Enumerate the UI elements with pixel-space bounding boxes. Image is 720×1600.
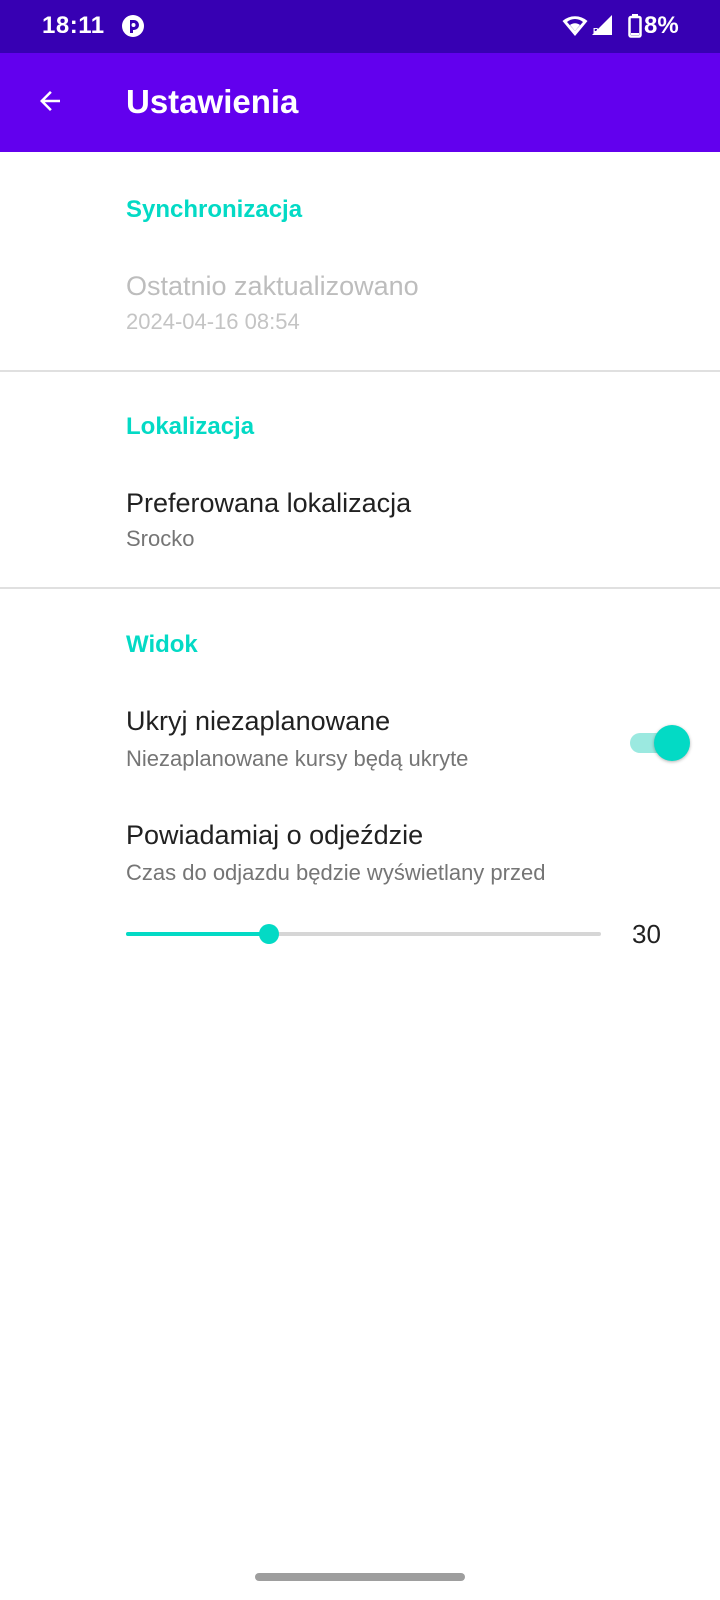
pref-summary-hide-unscheduled: Niezaplanowane kursy będą ukryte — [126, 746, 469, 771]
wifi-icon — [562, 16, 588, 36]
slider-value: 30 — [632, 919, 661, 949]
section-header-view: Widok — [126, 631, 198, 658]
pref-last-updated: Ostatnio zaktualizowano 2024-04-16 08:54 — [0, 255, 720, 355]
signal-icon: R — [592, 15, 612, 36]
svg-text:R: R — [593, 27, 599, 36]
pref-hide-unscheduled[interactable]: Ukryj niezaplanowane Niezaplanowane kurs… — [0, 690, 720, 790]
hide-unscheduled-toggle[interactable] — [628, 725, 690, 761]
back-button[interactable] — [22, 73, 78, 129]
pref-title-last-updated: Ostatnio zaktualizowano — [126, 271, 419, 301]
slider-fill — [126, 932, 269, 936]
pref-summary-preferred-location: Srocko — [126, 526, 195, 551]
navigation-handle[interactable] — [255, 1573, 465, 1581]
battery-percentage: 8% — [644, 12, 679, 39]
section-header-location: Lokalizacja — [126, 413, 255, 440]
pref-title-preferred-location: Preferowana lokalizacja — [126, 488, 412, 518]
pref-title-notify-departure: Powiadamiaj o odjeździe — [126, 820, 424, 850]
divider — [0, 587, 720, 589]
pref-title-hide-unscheduled: Ukryj niezaplanowane — [126, 706, 391, 736]
status-time: 18:11 — [42, 12, 105, 39]
notify-departure-slider[interactable] — [126, 920, 601, 948]
slider-thumb[interactable] — [259, 924, 279, 944]
divider — [0, 370, 720, 372]
pref-summary-last-updated: 2024-04-16 08:54 — [126, 309, 300, 334]
toggle-thumb — [654, 725, 690, 761]
pref-summary-notify-departure: Czas do odjazdu będzie wyświetlany przed — [126, 860, 546, 885]
arrow-back-icon — [40, 91, 60, 111]
section-header-sync: Synchronizacja — [126, 196, 303, 223]
page-title: Ustawienia — [126, 83, 299, 120]
app-indicator-icon — [122, 15, 144, 37]
pref-notify-departure: Powiadamiaj o odjeździe Czas do odjazdu … — [0, 804, 720, 885]
pref-preferred-location[interactable]: Preferowana lokalizacja Srocko — [0, 472, 720, 572]
battery-icon — [628, 14, 642, 38]
app-bar: Ustawienia — [0, 53, 720, 152]
status-bar: 18:11 R 8% — [0, 0, 720, 53]
